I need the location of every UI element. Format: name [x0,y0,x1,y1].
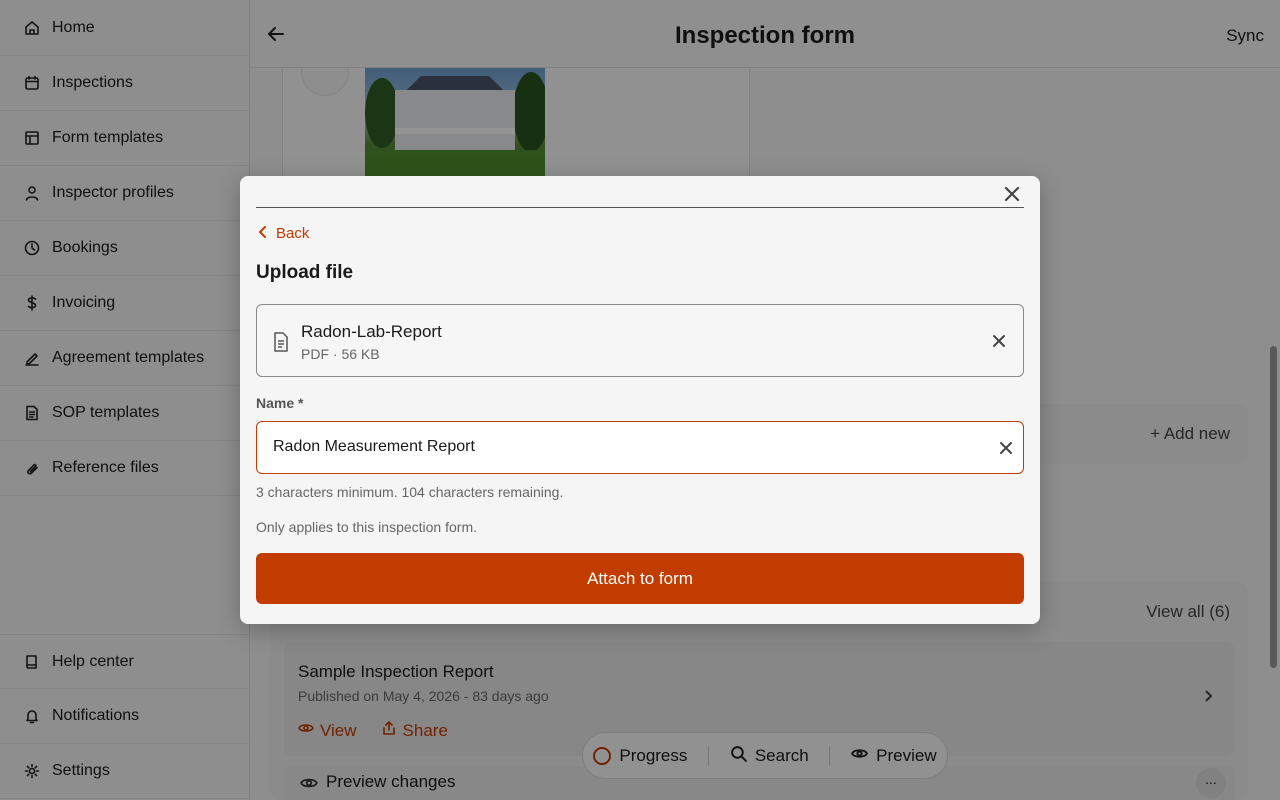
name-input[interactable] [273,422,973,472]
file-name: Radon-Lab-Report [301,322,442,341]
selected-file-card: Radon-Lab-Report PDF · 56 KB [256,304,1024,377]
name-field-wrapper [256,421,1024,474]
divider [256,207,1024,208]
name-field-label: Name * [256,395,304,411]
clear-input-icon[interactable] [999,441,1013,455]
back-label: Back [276,225,310,242]
upload-file-modal: Back Upload file Radon-Lab-Report PDF · … [240,176,1040,624]
back-button[interactable]: Back [258,225,309,242]
character-count-hint: 3 characters minimum. 104 characters rem… [256,484,564,500]
remove-file-icon[interactable] [991,333,1007,349]
chevron-left-icon [258,225,268,242]
close-icon[interactable] [1002,184,1022,204]
file-icon [273,332,289,352]
attach-to-form-button[interactable]: Attach to form [256,553,1024,604]
scope-hint: Only applies to this inspection form. [256,519,477,535]
file-meta: PDF · 56 KB [301,346,380,362]
modal-title: Upload file [256,262,354,283]
